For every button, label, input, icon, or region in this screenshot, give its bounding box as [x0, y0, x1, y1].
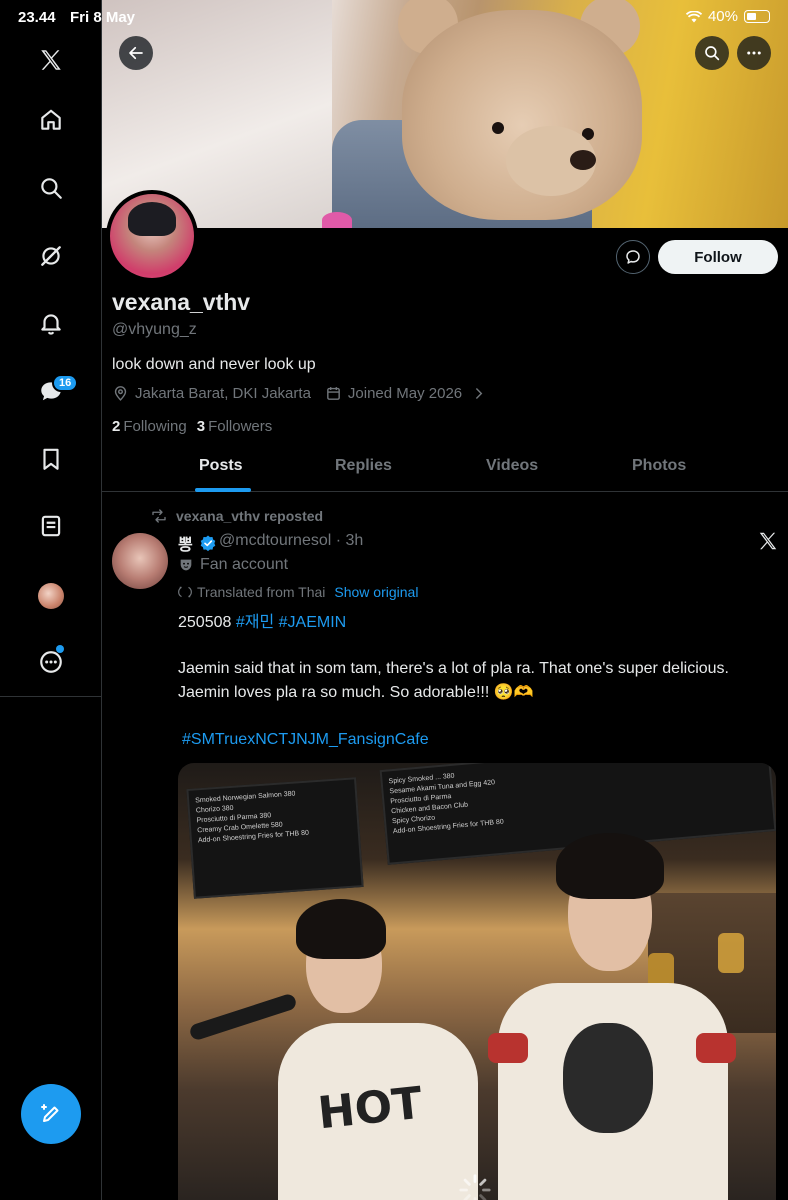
followers-count: 3: [196, 418, 206, 435]
location-icon: [114, 386, 127, 401]
sidebar: 16: [0, 0, 102, 1200]
photo-hair-left: [296, 899, 386, 959]
status-date: Fri 8 May: [70, 9, 136, 26]
repost-icon: [152, 509, 166, 523]
photo-person-right: [498, 983, 728, 1200]
battery-percent: 40%: [707, 8, 738, 25]
fan-account-label: Fan account: [178, 556, 288, 574]
more-notification-dot: [56, 645, 64, 653]
tweet-photo[interactable]: Smoked Norwegian Salmon 380 Chorizo 380 …: [178, 763, 776, 1200]
status-time: 23.44: [18, 9, 56, 26]
more-horizontal-icon: [747, 51, 761, 55]
search-icon: [705, 46, 720, 61]
more-icon[interactable]: [31, 642, 71, 682]
translation-notice: Translated from Thai Show original: [178, 584, 418, 600]
photo-jar: [718, 933, 744, 973]
tab-replies[interactable]: Replies: [335, 457, 392, 475]
battery-icon: [744, 10, 770, 23]
x-logo-icon[interactable]: [31, 40, 71, 80]
bookmarks-icon[interactable]: [31, 439, 71, 479]
profile-meta: Jakarta Barat, DKI Jakarta Joined May 20…: [112, 385, 487, 402]
tweet-author-name-row[interactable]: 뽕: [178, 531, 217, 555]
profile-bio: look down and never look up: [112, 356, 316, 373]
x-logo-icon[interactable]: [757, 530, 779, 552]
bear-nose: [570, 150, 596, 170]
profile-joined: Joined May 2026: [347, 385, 463, 402]
bear-eye: [492, 122, 504, 134]
profile-banner: [102, 0, 788, 228]
photo-sleeve: [696, 1033, 736, 1063]
follow-stats: 2 Following 3 Followers: [112, 418, 272, 435]
profile-avatar-large[interactable]: [106, 190, 198, 282]
following-count: 2: [112, 418, 121, 435]
tweet-hashtags[interactable]: #재민 #JAEMIN: [236, 614, 346, 631]
following-link[interactable]: 2 Following: [112, 418, 187, 435]
profile-display-name: vexana_vthv: [112, 289, 251, 315]
profile-more-button[interactable]: [737, 36, 771, 70]
sidebar-divider: [0, 696, 102, 697]
grok-icon[interactable]: [31, 236, 71, 276]
tweet-author-avatar[interactable]: [112, 533, 168, 589]
translate-icon: [178, 586, 192, 598]
message-icon: [626, 250, 640, 264]
show-original-link[interactable]: Show original: [334, 584, 418, 600]
profile-search-button[interactable]: [695, 36, 729, 70]
back-button[interactable]: [119, 36, 153, 70]
messages-badge: 16: [52, 374, 79, 392]
repost-indicator[interactable]: vexana_vthv reposted: [150, 507, 323, 525]
profile-handle: @vhyung_z: [112, 321, 197, 338]
follow-button[interactable]: Follow: [658, 240, 778, 274]
tab-photos[interactable]: Photos: [632, 457, 686, 475]
photo-microphone: [188, 992, 298, 1042]
active-tab-indicator: [195, 488, 251, 492]
tweet-first-line: 250508 #재민 #JAEMIN: [178, 608, 346, 632]
compose-icon: [41, 1104, 59, 1122]
chevron-right-icon[interactable]: [470, 385, 487, 402]
lists-icon[interactable]: [31, 506, 71, 546]
compose-button[interactable]: [21, 1084, 81, 1144]
photo-hair-right: [556, 833, 664, 899]
photo-person-left: HOT: [278, 1023, 478, 1200]
notifications-icon[interactable]: [31, 303, 71, 343]
followers-label: Followers: [208, 418, 273, 435]
tweet-body: Jaemin said that in som tam, there's a l…: [178, 660, 729, 701]
banner-pink-object: [322, 212, 352, 228]
tweet-author-name: 뽕: [178, 537, 193, 554]
tweet-date-code: 250508: [178, 614, 232, 631]
back-arrow-icon: [129, 46, 143, 60]
status-bar: 23.44 Fri 8 May 40%: [0, 0, 788, 34]
status-right: 40%: [685, 8, 770, 25]
verified-badge-icon: [200, 535, 216, 552]
search-icon[interactable]: [31, 168, 71, 208]
fan-account-text: Fan account: [200, 556, 289, 573]
wifi-icon: [685, 10, 702, 22]
home-icon[interactable]: [31, 100, 71, 140]
tab-posts[interactable]: Posts: [199, 457, 243, 475]
translated-from-text: Translated from Thai: [197, 584, 326, 600]
theater-mask-icon: [180, 559, 192, 571]
shirt-print: HOT: [315, 1077, 425, 1140]
loading-spinner-icon: [459, 1174, 491, 1200]
profile-location: Jakarta Barat, DKI Jakarta: [135, 385, 311, 402]
profile-tabs: Posts Replies Videos Photos: [102, 440, 788, 492]
teddy-bear: [402, 10, 642, 220]
profile-avatar[interactable]: [38, 583, 64, 609]
following-label: Following: [123, 418, 187, 435]
followers-link[interactable]: 3 Followers: [197, 418, 273, 435]
menu-board-left: Smoked Norwegian Salmon 380 Chorizo 380 …: [186, 777, 364, 899]
tweet-hashtag[interactable]: #SMTruexNCTJNJM_FansignCafe: [182, 731, 429, 749]
repost-text: vexana_vthv reposted: [176, 508, 324, 524]
photo-sleeve: [488, 1033, 528, 1063]
tab-videos[interactable]: Videos: [486, 457, 538, 475]
shirt-graphic: [563, 1023, 653, 1133]
message-button[interactable]: [616, 240, 650, 274]
calendar-icon: [327, 387, 340, 400]
tweet-author-handle[interactable]: @mcdtournesol · 3h: [219, 532, 363, 550]
